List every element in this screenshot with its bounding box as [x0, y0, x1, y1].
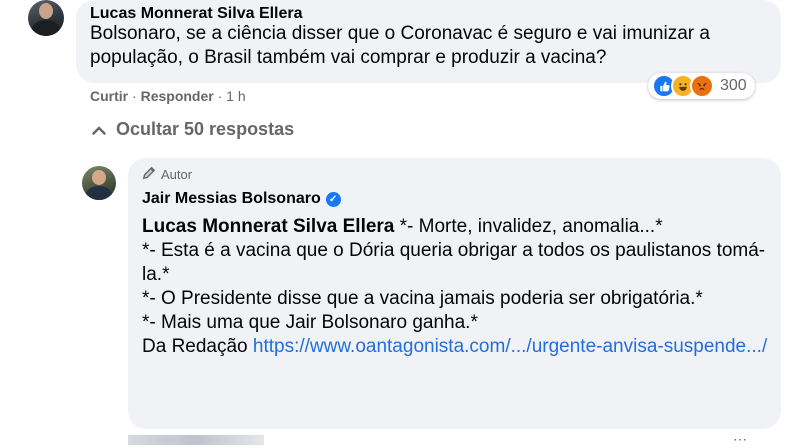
author-badge-label: Autor: [161, 167, 193, 182]
reply-line-4: *- Mais uma que Jair Bolsonaro ganha.*: [142, 312, 478, 333]
separator: ·: [217, 88, 223, 104]
separator: ·: [132, 88, 137, 104]
hide-replies-button[interactable]: Ocultar 50 respostas: [92, 119, 294, 140]
author-badge: Autor: [142, 166, 192, 183]
more-options-icon[interactable]: ⋯: [733, 431, 747, 448]
reply-line-3: *- O Presidente disse que a vacina jamai…: [142, 288, 703, 309]
source-prefix: Da Redação: [142, 336, 253, 357]
verified-badge-icon: ✓: [325, 191, 341, 207]
reply-author[interactable]: Jair Messias Bolsonaro ✓: [142, 190, 341, 208]
article-link[interactable]: https://www.oantagonista.com/.../urgente…: [253, 336, 767, 357]
reply-button[interactable]: Responder: [141, 88, 214, 104]
reply-author-avatar[interactable]: [82, 166, 116, 200]
mention-link[interactable]: Lucas Monnerat Silva Ellera: [142, 216, 394, 237]
comment-author[interactable]: Lucas Monnerat Silva Ellera: [90, 5, 303, 23]
like-button[interactable]: Curtir: [90, 88, 128, 104]
hide-replies-label: Ocultar 50 respostas: [116, 119, 295, 139]
chevron-up-icon: [92, 119, 106, 140]
angry-icon: [690, 74, 714, 98]
reply-line-1: *- Morte, invalidez, anomalia...*: [394, 216, 663, 237]
reply-line-2: *- Esta é a vacina que o Dória queria ob…: [142, 240, 766, 285]
commenter-avatar[interactable]: [28, 0, 64, 36]
reply-text: Lucas Monnerat Silva Ellera *- Morte, in…: [142, 215, 772, 359]
reaction-count: 300: [720, 77, 747, 94]
comment-time[interactable]: 1 h: [226, 88, 245, 104]
reply-bubble: Autor Jair Messias Bolsonaro ✓ Lucas Mon…: [128, 158, 781, 429]
comment-text: Bolsonaro, se a ciência disser que o Cor…: [90, 23, 710, 68]
reply-author-name[interactable]: Jair Messias Bolsonaro: [142, 190, 321, 208]
reactions-summary[interactable]: 300: [648, 73, 755, 99]
link-preview-thumbnail[interactable]: [128, 435, 264, 445]
comment-bubble: Lucas Monnerat Silva Ellera Bolsonaro, s…: [76, 0, 781, 83]
comment-actions: Curtir · Responder · 1 h: [90, 88, 246, 104]
pencil-icon: [142, 166, 156, 183]
